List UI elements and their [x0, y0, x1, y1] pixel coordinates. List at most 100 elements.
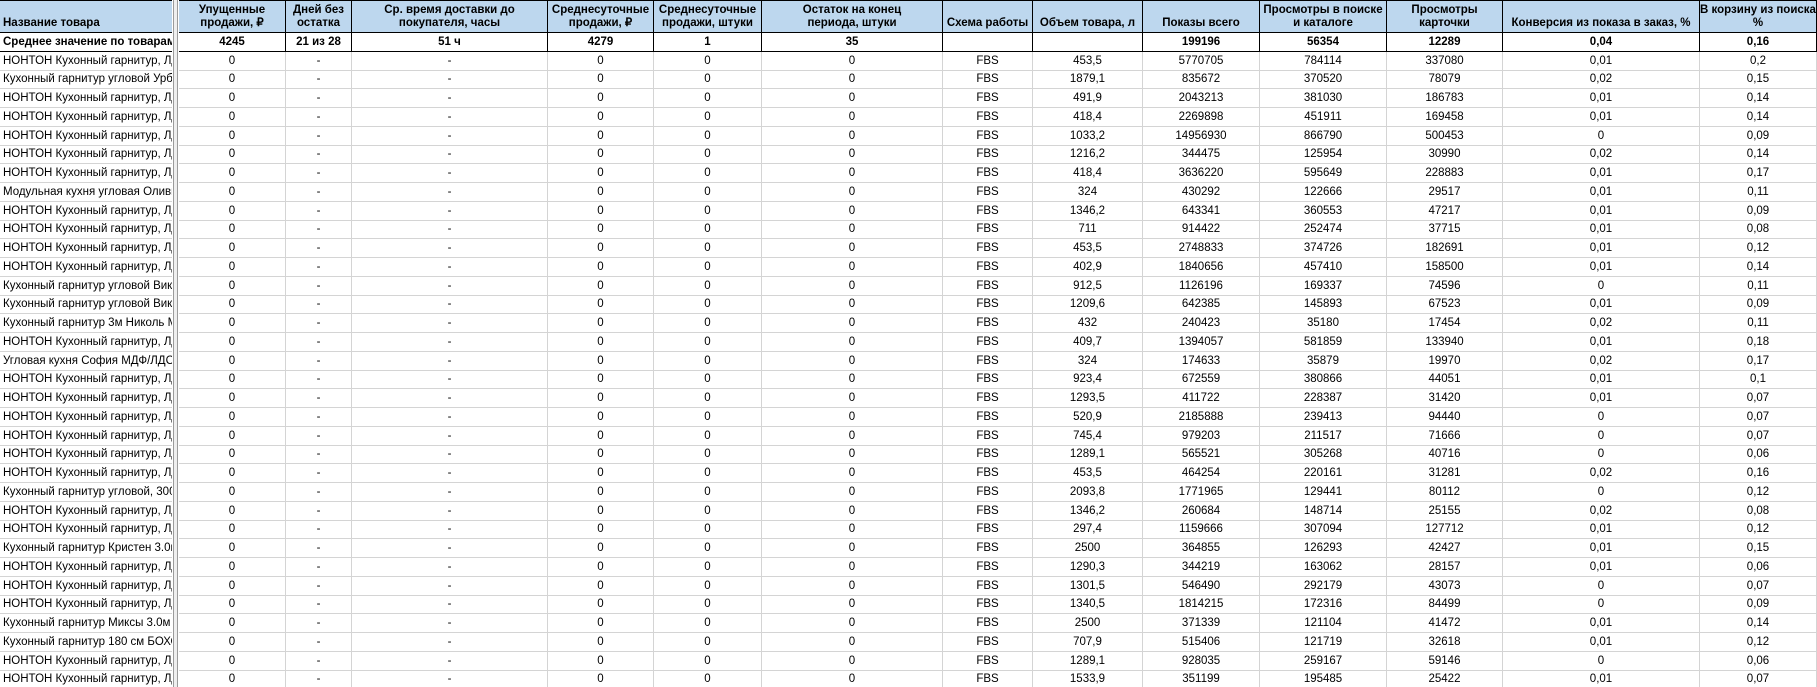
cell-delivery-time[interactable]: -	[352, 501, 548, 521]
cell-delivery-time[interactable]: -	[352, 333, 548, 352]
cell-avg-sales-rub[interactable]: 0	[548, 314, 654, 333]
cell-search-views[interactable]: 581859	[1260, 333, 1387, 352]
cell-add-to-cart[interactable]: 0,11	[1700, 276, 1817, 296]
cell-impressions[interactable]: 174633	[1143, 351, 1260, 371]
cell-impressions[interactable]: 1771965	[1143, 483, 1260, 502]
cell-days-no-stock[interactable]: -	[286, 314, 352, 333]
cell-add-to-cart[interactable]: 0,12	[1700, 483, 1817, 502]
cell-add-to-cart[interactable]: 0,07	[1700, 576, 1817, 596]
cell-scheme[interactable]: FBS	[943, 295, 1033, 315]
cell-avg-sales-rub[interactable]: 0	[548, 108, 654, 127]
product-name-cell[interactable]: НОНТОН Кухонный гарнитур, ЛДСП	[0, 389, 172, 408]
cell-impressions[interactable]: 1159666	[1143, 520, 1260, 540]
cell-avg-sales-rub[interactable]: 0	[548, 595, 654, 615]
cell-avg-sales-rub[interactable]: 0	[548, 164, 654, 183]
cell-search-views[interactable]: 172316	[1260, 595, 1387, 615]
cell-lost-sales[interactable]: 0	[179, 633, 286, 652]
product-name-cell[interactable]: Кухонный гарнитур угловой Виктория	[0, 276, 172, 296]
cell-volume[interactable]: 1879,1	[1033, 70, 1143, 90]
cell-search-views[interactable]: 126293	[1260, 539, 1387, 558]
cell-search-views[interactable]: 220161	[1260, 464, 1387, 483]
cell-scheme[interactable]: FBS	[943, 370, 1033, 390]
cell-avg-sales-rub[interactable]: 0	[548, 651, 654, 671]
cell-lost-sales[interactable]: 0	[179, 351, 286, 371]
product-name-cell[interactable]: НОНТОН Кухонный гарнитур, ЛДСП	[0, 220, 172, 240]
average-cell-delivery-time[interactable]: 51 ч	[352, 33, 548, 52]
average-cell-name[interactable]: Среднее значение по товарам	[0, 33, 172, 52]
cell-avg-sales-rub[interactable]: 0	[548, 333, 654, 352]
cell-stock-end[interactable]: 0	[762, 445, 943, 465]
cell-avg-sales-units[interactable]: 0	[654, 201, 762, 221]
cell-add-to-cart[interactable]: 0,1	[1700, 370, 1817, 390]
cell-stock-end[interactable]: 0	[762, 483, 943, 502]
product-name-cell[interactable]: НОНТОН Кухонный гарнитур, ЛДСП	[0, 651, 172, 671]
cell-volume[interactable]: 453,5	[1033, 239, 1143, 258]
cell-impressions[interactable]: 515406	[1143, 633, 1260, 652]
product-name-cell[interactable]: Кухонный гарнитур угловой Виктория	[0, 295, 172, 315]
cell-volume[interactable]: 409,7	[1033, 333, 1143, 352]
cell-lost-sales[interactable]: 0	[179, 70, 286, 90]
cell-avg-sales-units[interactable]: 0	[654, 614, 762, 633]
cell-delivery-time[interactable]: -	[352, 595, 548, 615]
cell-search-views[interactable]: 228387	[1260, 389, 1387, 408]
cell-impressions[interactable]: 430292	[1143, 183, 1260, 202]
cell-conversion[interactable]: 0,01	[1503, 183, 1700, 202]
cell-volume[interactable]: 707,9	[1033, 633, 1143, 652]
cell-conversion[interactable]: 0	[1503, 408, 1700, 427]
cell-delivery-time[interactable]: -	[352, 614, 548, 633]
cell-scheme[interactable]: FBS	[943, 183, 1033, 202]
cell-lost-sales[interactable]: 0	[179, 295, 286, 315]
cell-stock-end[interactable]: 0	[762, 183, 943, 202]
cell-lost-sales[interactable]: 0	[179, 258, 286, 277]
product-name-cell[interactable]: НОНТОН Кухонный гарнитур, ЛДСП	[0, 370, 172, 390]
cell-delivery-time[interactable]: -	[352, 576, 548, 596]
cell-days-no-stock[interactable]: -	[286, 220, 352, 240]
average-cell-lost-sales[interactable]: 4245	[179, 33, 286, 52]
cell-card-views[interactable]: 43073	[1387, 576, 1503, 596]
cell-volume[interactable]: 418,4	[1033, 164, 1143, 183]
cell-card-views[interactable]: 182691	[1387, 239, 1503, 258]
cell-volume[interactable]: 745,4	[1033, 426, 1143, 446]
cell-add-to-cart[interactable]: 0,18	[1700, 333, 1817, 352]
cell-stock-end[interactable]: 0	[762, 258, 943, 277]
cell-days-no-stock[interactable]: -	[286, 614, 352, 633]
cell-delivery-time[interactable]: -	[352, 670, 548, 687]
cell-scheme[interactable]: FBS	[943, 483, 1033, 502]
cell-stock-end[interactable]: 0	[762, 501, 943, 521]
cell-stock-end[interactable]: 0	[762, 276, 943, 296]
cell-days-no-stock[interactable]: -	[286, 276, 352, 296]
cell-avg-sales-rub[interactable]: 0	[548, 183, 654, 202]
cell-card-views[interactable]: 42427	[1387, 539, 1503, 558]
cell-add-to-cart[interactable]: 0,15	[1700, 70, 1817, 90]
cell-scheme[interactable]: FBS	[943, 145, 1033, 165]
cell-avg-sales-units[interactable]: 0	[654, 670, 762, 687]
product-name-cell[interactable]: НОНТОН Кухонный гарнитур, ЛДСП	[0, 145, 172, 165]
cell-impressions[interactable]: 2748833	[1143, 239, 1260, 258]
cell-days-no-stock[interactable]: -	[286, 539, 352, 558]
cell-days-no-stock[interactable]: -	[286, 370, 352, 390]
cell-avg-sales-rub[interactable]: 0	[548, 389, 654, 408]
cell-avg-sales-units[interactable]: 0	[654, 51, 762, 71]
cell-days-no-stock[interactable]: -	[286, 670, 352, 687]
cell-add-to-cart[interactable]: 0,09	[1700, 201, 1817, 221]
column-header-avg-sales-units[interactable]: Среднесуточные продажи, штуки	[654, 0, 762, 33]
cell-impressions[interactable]: 835672	[1143, 70, 1260, 90]
cell-conversion[interactable]: 0,02	[1503, 351, 1700, 371]
cell-stock-end[interactable]: 0	[762, 108, 943, 127]
cell-add-to-cart[interactable]: 0,12	[1700, 239, 1817, 258]
cell-add-to-cart[interactable]: 0,07	[1700, 426, 1817, 446]
cell-scheme[interactable]: FBS	[943, 258, 1033, 277]
cell-search-views[interactable]: 380866	[1260, 370, 1387, 390]
cell-scheme[interactable]: FBS	[943, 558, 1033, 577]
cell-add-to-cart[interactable]: 0,08	[1700, 220, 1817, 240]
cell-days-no-stock[interactable]: -	[286, 445, 352, 465]
cell-delivery-time[interactable]: -	[352, 295, 548, 315]
cell-impressions[interactable]: 240423	[1143, 314, 1260, 333]
cell-scheme[interactable]: FBS	[943, 108, 1033, 127]
cell-lost-sales[interactable]: 0	[179, 145, 286, 165]
cell-lost-sales[interactable]: 0	[179, 614, 286, 633]
cell-days-no-stock[interactable]: -	[286, 408, 352, 427]
cell-lost-sales[interactable]: 0	[179, 126, 286, 146]
cell-search-views[interactable]: 784114	[1260, 51, 1387, 71]
cell-avg-sales-rub[interactable]: 0	[548, 426, 654, 446]
